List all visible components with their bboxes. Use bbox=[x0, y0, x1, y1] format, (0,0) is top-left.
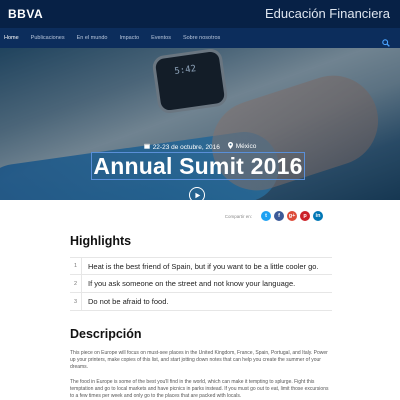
list-item-text: If you ask someone on the street and not… bbox=[88, 279, 296, 288]
main-nav: Home Publicaciones En el mundo Impacto E… bbox=[0, 28, 400, 48]
nav-item-eventos[interactable]: Eventos bbox=[151, 35, 171, 41]
brand-bar: BBVA Educación Financiera bbox=[0, 0, 400, 28]
play-video-button[interactable] bbox=[189, 187, 205, 200]
list-item-number: 3 bbox=[70, 293, 82, 310]
event-date-text: 22-23 de octubre, 2016 bbox=[152, 143, 220, 151]
share-bar: Compartir en: t f g+ p in bbox=[225, 211, 323, 221]
list-item-number: 2 bbox=[70, 275, 82, 292]
event-title: Annual Sumit 2016 bbox=[93, 152, 303, 179]
location-pin-icon bbox=[227, 142, 233, 151]
facebook-icon: f bbox=[278, 213, 280, 219]
list-item-text: Heat is the best friend of Spain, but if… bbox=[88, 261, 319, 271]
site-title: Educación Financiera bbox=[264, 6, 390, 21]
list-item: 1 Heat is the best friend of Spain, but … bbox=[70, 257, 332, 275]
nav-item-impacto[interactable]: Impacto bbox=[120, 35, 140, 41]
facebook-share-button[interactable]: f bbox=[274, 211, 284, 221]
linkedin-share-button[interactable]: in bbox=[313, 211, 323, 221]
event-meta: 22-23 de octubre, 2016 México bbox=[0, 142, 400, 151]
highlights-list: 1 Heat is the best friend of Spain, but … bbox=[70, 257, 332, 311]
hero-banner: 5:42 22-23 de octubre, 2016 México Annua… bbox=[0, 48, 400, 200]
hero-title-frame: Annual Sumit 2016 bbox=[91, 152, 305, 180]
nav-item-sobre-nosotros[interactable]: Sobre nosotros bbox=[183, 35, 220, 41]
nav-item-publicaciones[interactable]: Publicaciones bbox=[31, 35, 65, 41]
list-item: 3 Do not be afraid to food. bbox=[70, 293, 332, 311]
share-label: Compartir en: bbox=[224, 213, 252, 219]
calendar-icon bbox=[143, 143, 150, 151]
search-icon[interactable] bbox=[382, 34, 390, 47]
pinterest-share-button[interactable]: p bbox=[300, 211, 310, 221]
list-item: 2 If you ask someone on the street and n… bbox=[70, 275, 332, 293]
play-icon bbox=[194, 186, 201, 200]
nav-item-home[interactable]: Home bbox=[4, 35, 19, 41]
event-location: México bbox=[227, 142, 257, 151]
highlights-heading: Highlights bbox=[70, 234, 132, 248]
linkedin-icon: in bbox=[315, 213, 321, 219]
twitter-share-button[interactable]: t bbox=[261, 211, 271, 221]
description-paragraph: This piece on Europe will focus on must-… bbox=[70, 350, 328, 371]
nav-item-en-el-mundo[interactable]: En el mundo bbox=[77, 35, 108, 41]
google-plus-icon: g+ bbox=[288, 213, 296, 219]
description-heading: Descripción bbox=[70, 327, 142, 341]
list-item-text: Do not be afraid to food. bbox=[88, 297, 169, 306]
list-item-number: 1 bbox=[70, 258, 82, 274]
description-paragraph: The food in Europe is some of the best y… bbox=[70, 379, 329, 400]
pinterest-icon: p bbox=[303, 213, 307, 219]
event-location-text: México bbox=[235, 143, 257, 150]
bbva-logo[interactable]: BBVA bbox=[8, 7, 43, 21]
google-plus-share-button[interactable]: g+ bbox=[287, 211, 297, 221]
event-date: 22-23 de octubre, 2016 bbox=[143, 143, 220, 151]
twitter-icon: t bbox=[265, 213, 267, 219]
